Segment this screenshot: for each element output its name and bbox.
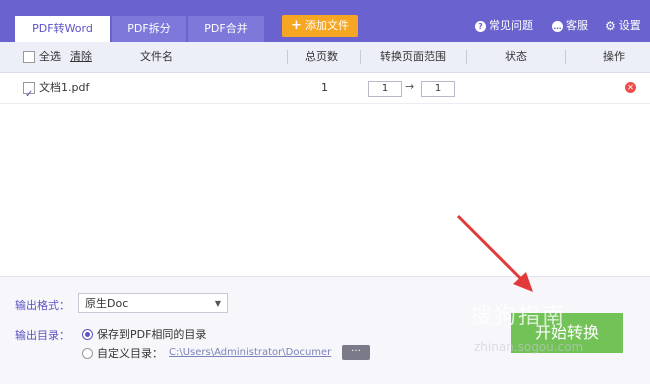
red-arrow-annotation [456, 214, 533, 292]
